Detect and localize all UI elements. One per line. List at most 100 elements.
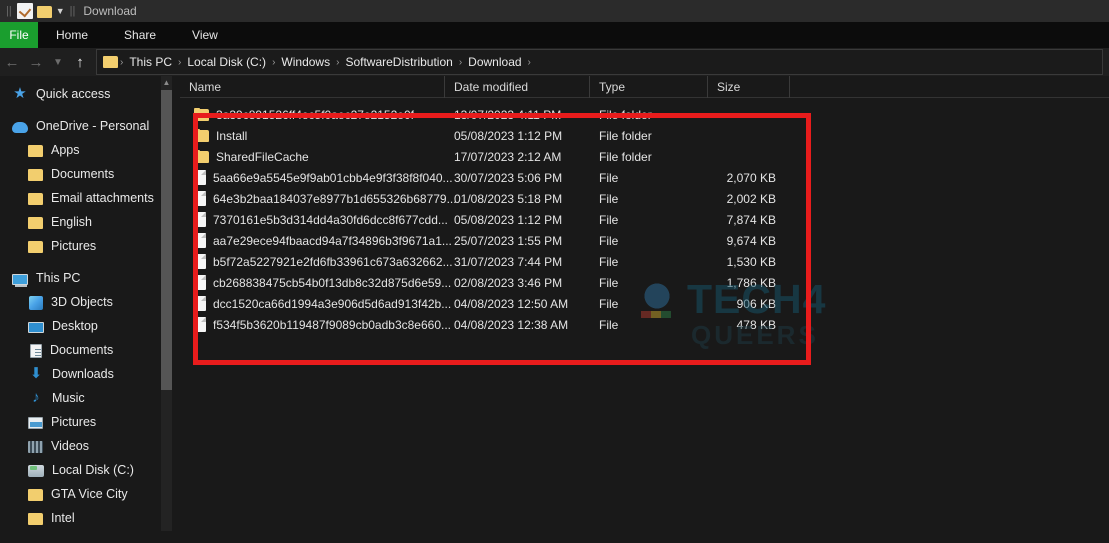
breadcrumb-local-disk[interactable]: Local Disk (C:) bbox=[183, 55, 270, 69]
address-bar[interactable]: › This PC › Local Disk (C:) › Windows › … bbox=[96, 49, 1103, 75]
sidebar-item-3d-objects[interactable]: 3D Objects bbox=[0, 290, 180, 314]
video-icon bbox=[28, 441, 43, 453]
cell-type: File folder bbox=[599, 107, 652, 122]
music-note-icon: ♪ bbox=[32, 389, 40, 406]
tab-home[interactable]: Home bbox=[38, 22, 106, 48]
breadcrumb-windows[interactable]: Windows bbox=[277, 55, 334, 69]
cell-type: File bbox=[599, 170, 619, 185]
properties-icon[interactable] bbox=[16, 3, 33, 19]
file-name-label: b5f72a5227921e2fd6fb33961c673a632662... bbox=[213, 254, 453, 269]
sidebar-item-label: Quick access bbox=[36, 87, 111, 101]
cell-type: File bbox=[599, 191, 619, 206]
sidebar-item-english[interactable]: English bbox=[0, 210, 180, 234]
scroll-up-icon[interactable]: ▲ bbox=[161, 76, 172, 90]
scrollbar-thumb[interactable] bbox=[161, 90, 172, 390]
sidebar-item-pictures[interactable]: Pictures bbox=[0, 410, 180, 434]
tab-file[interactable]: File bbox=[0, 22, 38, 48]
sidebar-item-music[interactable]: ♪ Music bbox=[0, 386, 180, 410]
table-row[interactable]: aa7e29ece94fbaacd94a7f34896b3f9671a1... 2… bbox=[180, 230, 1109, 251]
file-name-label: cb268838475cb54b0f13db8c32d875d6e59... bbox=[213, 275, 452, 290]
cell-date-modified: 01/08/2023 5:18 PM bbox=[454, 191, 563, 206]
ribbon-tabs: File Home Share View bbox=[0, 22, 1109, 48]
sidebar-item-desktop[interactable]: Desktop bbox=[0, 314, 180, 338]
folder-icon bbox=[28, 169, 43, 181]
cell-date-modified: 02/08/2023 3:46 PM bbox=[454, 275, 563, 290]
forward-button[interactable]: → bbox=[24, 49, 48, 75]
table-row[interactable]: 64e3b2baa184037e8977b1d655326b68779... 01… bbox=[180, 188, 1109, 209]
sidebar-item-label: Apps bbox=[51, 143, 80, 157]
cell-name: Install bbox=[180, 128, 445, 143]
sidebar-item-documents[interactable]: Documents bbox=[0, 162, 180, 186]
sidebar-item-email-attachments[interactable]: Email attachments bbox=[0, 186, 180, 210]
sidebar-item-this-pc[interactable]: This PC bbox=[0, 266, 180, 290]
column-header-date-modified[interactable]: Date modified bbox=[445, 76, 590, 98]
table-row[interactable]: SharedFileCache 17/07/2023 2:12 AM File fo… bbox=[180, 146, 1109, 167]
sidebar-item-documents[interactable]: Documents bbox=[0, 338, 180, 362]
breadcrumb-download[interactable]: Download bbox=[464, 55, 525, 69]
table-row[interactable]: Install 05/08/2023 1:12 PM File folder bbox=[180, 125, 1109, 146]
folder-icon bbox=[194, 149, 209, 163]
navigation-bar: ← → ▼ ↑ › This PC › Local Disk (C:) › Wi… bbox=[0, 48, 1109, 76]
folder-icon bbox=[28, 193, 43, 205]
table-row[interactable]: f534f5b3620b119487f9089cb0adb3c8e660... 0… bbox=[180, 314, 1109, 335]
breadcrumb-separator: › bbox=[336, 56, 340, 68]
tab-view[interactable]: View bbox=[174, 22, 236, 48]
breadcrumb-softwaredistribution[interactable]: SoftwareDistribution bbox=[341, 55, 456, 69]
table-row[interactable]: cb268838475cb54b0f13db8c32d875d6e59... 02… bbox=[180, 272, 1109, 293]
cell-size: 2,070 KB bbox=[726, 170, 776, 185]
cell-name: 64e3b2baa184037e8977b1d655326b68779... bbox=[180, 191, 457, 206]
sidebar-item-intel[interactable]: Intel bbox=[0, 506, 180, 530]
cell-size: 7,874 KB bbox=[726, 212, 776, 227]
sidebar-scrollbar[interactable]: ▲ bbox=[161, 76, 172, 531]
cell-name: SharedFileCache bbox=[180, 149, 445, 164]
table-row[interactable]: dcc1520ca66d1994a3e906d5d6ad913f42b... 04… bbox=[180, 293, 1109, 314]
sidebar-item-gta-vice-city[interactable]: GTA Vice City bbox=[0, 482, 180, 506]
new-folder-icon[interactable] bbox=[36, 5, 52, 18]
sidebar-item-label: English bbox=[51, 215, 92, 229]
up-button[interactable]: ↑ bbox=[68, 49, 92, 75]
sidebar-item-local-disk-c[interactable]: Local Disk (C:) bbox=[0, 458, 180, 482]
sidebar-item-label: Documents bbox=[51, 167, 115, 181]
sidebar-item-quick-access[interactable]: ★ Quick access bbox=[0, 82, 180, 106]
column-header-name[interactable]: Name ^ bbox=[180, 76, 445, 98]
sidebar-item-label: Pictures bbox=[51, 415, 97, 429]
table-row[interactable]: 5aa66e9a5545e9f9ab01cbb4e9f3f38f8f040...… bbox=[180, 167, 1109, 188]
cell-size: 1,530 KB bbox=[726, 254, 776, 269]
chevron-down-icon[interactable]: ▼ bbox=[56, 6, 65, 16]
cell-name: aa7e29ece94fbaacd94a7f34896b3f9671a1... bbox=[180, 233, 452, 248]
file-icon bbox=[194, 254, 206, 269]
cell-name: b5f72a5227921e2fd6fb33961c673a632662... bbox=[180, 254, 453, 269]
desktop-icon bbox=[28, 321, 44, 333]
recent-locations-button[interactable]: ▼ bbox=[48, 49, 68, 75]
cell-size: 906 KB bbox=[736, 296, 776, 311]
cell-date-modified: 13/07/2023 4:11 PM bbox=[454, 107, 562, 122]
folder-icon bbox=[194, 107, 209, 121]
tab-share[interactable]: Share bbox=[106, 22, 174, 48]
sidebar-item-onedrive-personal[interactable]: OneDrive - Personal bbox=[0, 114, 180, 138]
column-headers: Name ^ Date modified Type Size bbox=[180, 76, 1109, 98]
table-row[interactable]: 3a39c891526ff4ec5f0aec27e2152e0f 13/07/20… bbox=[180, 104, 1109, 125]
disk-icon bbox=[28, 465, 44, 477]
table-row[interactable]: 7370161e5b3d314dd4a30fd6dcc8f677cdd... 05… bbox=[180, 209, 1109, 230]
sidebar-item-apps[interactable]: Apps bbox=[0, 138, 180, 162]
sidebar-item-videos[interactable]: Videos bbox=[0, 434, 180, 458]
sidebar-item-label: This PC bbox=[36, 271, 81, 285]
sidebar-item-pictures[interactable]: Pictures bbox=[0, 234, 180, 258]
sidebar-item-label: Videos bbox=[51, 439, 89, 453]
cell-size: 9,674 KB bbox=[726, 233, 776, 248]
table-row[interactable]: b5f72a5227921e2fd6fb33961c673a632662... 3… bbox=[180, 251, 1109, 272]
column-header-type[interactable]: Type bbox=[590, 76, 708, 98]
cell-name: dcc1520ca66d1994a3e906d5d6ad913f42b... bbox=[180, 296, 451, 311]
sidebar-item-label: Local Disk (C:) bbox=[52, 463, 134, 477]
file-name-label: Install bbox=[216, 128, 248, 143]
sidebar-item-label: Pictures bbox=[51, 239, 97, 253]
explorer-body: ★ Quick access OneDrive - Personal Apps Docu… bbox=[0, 76, 1109, 531]
breadcrumb-this-pc[interactable]: This PC bbox=[125, 55, 176, 69]
cell-size: 1,786 KB bbox=[726, 275, 776, 290]
file-list-pane: Name ^ Date modified Type Size TECH4 QUE… bbox=[180, 76, 1109, 531]
sidebar-item-downloads[interactable]: ⬇ Downloads bbox=[0, 362, 180, 386]
column-header-size[interactable]: Size bbox=[708, 76, 790, 98]
cell-type: File bbox=[599, 317, 619, 332]
back-button[interactable]: ← bbox=[0, 49, 24, 75]
